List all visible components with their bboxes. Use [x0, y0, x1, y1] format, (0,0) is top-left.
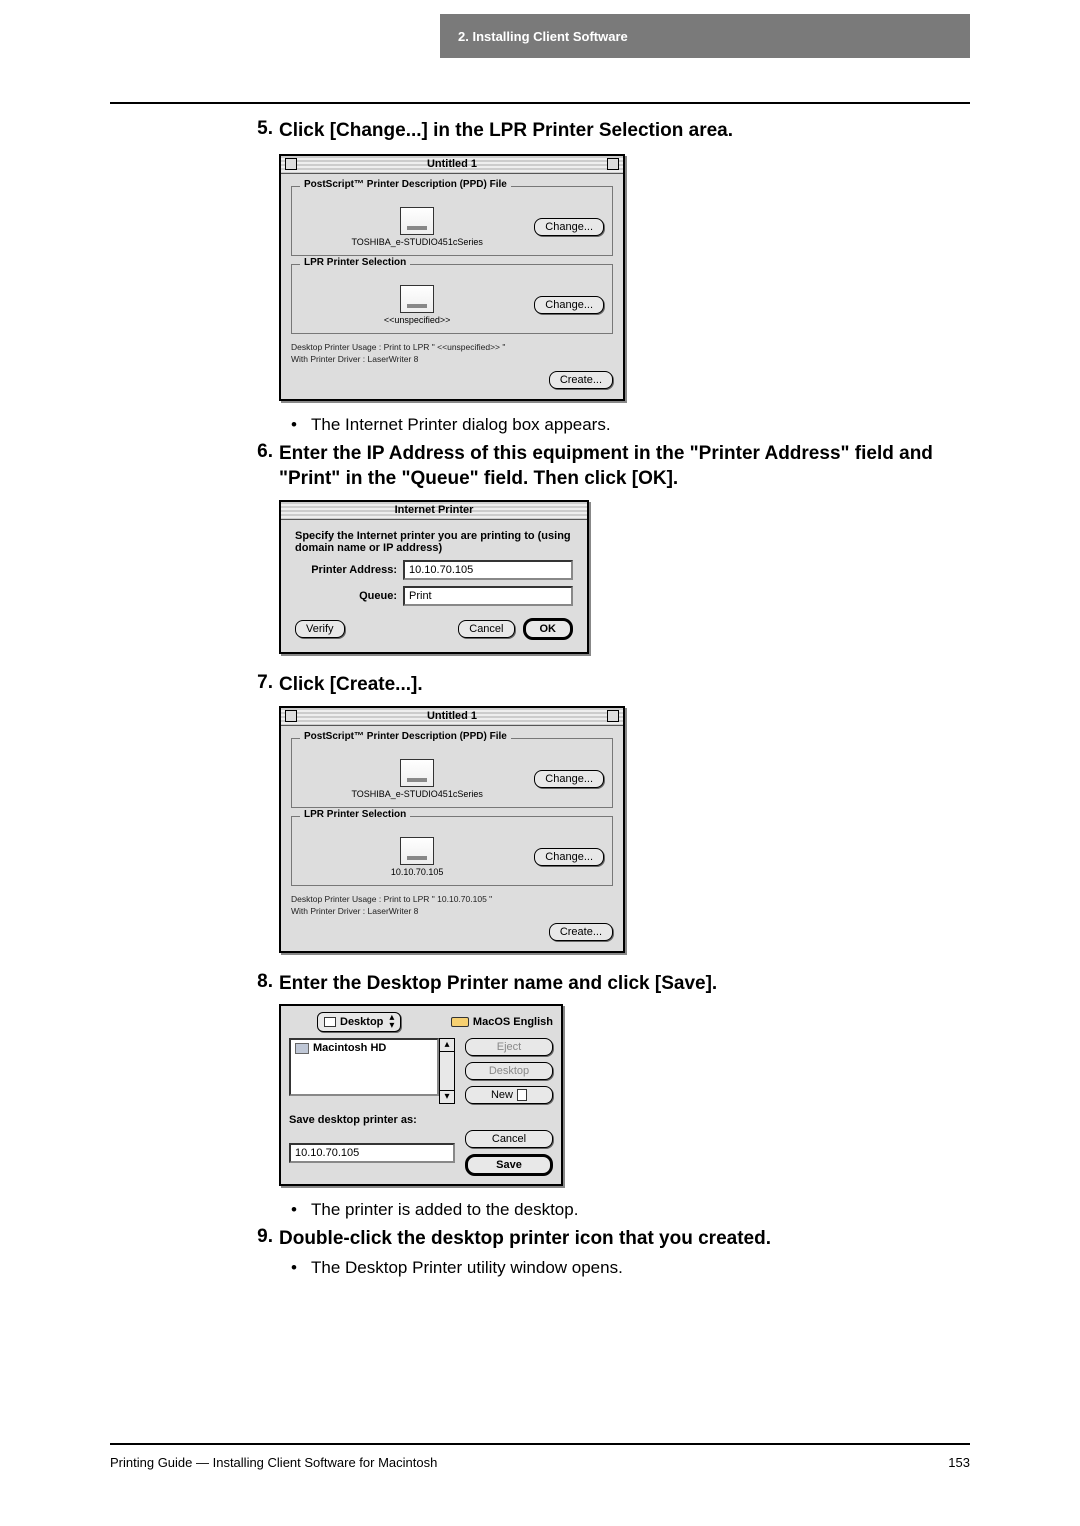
new-button-label: New — [491, 1089, 513, 1101]
step-7-number: 7. — [249, 672, 279, 698]
queue-label: Queue: — [295, 590, 403, 602]
header-rule — [110, 102, 970, 104]
save-button[interactable]: Save — [465, 1154, 553, 1176]
lpr2-change-button[interactable]: Change... — [534, 848, 604, 866]
untitled-dialog-2: Untitled 1 PostScript™ Printer Descripti… — [279, 706, 625, 953]
volume-name: MacOS English — [473, 1016, 553, 1028]
lpr2-printer-label: 10.10.70.105 — [300, 867, 534, 877]
step-8-text: Enter the Desktop Printer name and click… — [279, 971, 969, 997]
zoom-icon[interactable] — [607, 710, 619, 722]
disk-icon — [451, 1017, 469, 1027]
save-cancel-button[interactable]: Cancel — [465, 1130, 553, 1148]
close-icon[interactable] — [285, 158, 297, 170]
driver-text: With Printer Driver : LaserWriter 8 — [291, 354, 613, 364]
step-7-text: Click [Create...]. — [279, 672, 969, 698]
page-number: 153 — [948, 1455, 970, 1470]
verify-button[interactable]: Verify — [295, 620, 345, 638]
close-icon[interactable] — [285, 710, 297, 722]
scroll-down-icon[interactable]: ▾ — [439, 1090, 455, 1104]
cancel-button[interactable]: Cancel — [458, 620, 514, 638]
usage2-text: Desktop Printer Usage : Print to LPR " 1… — [291, 894, 613, 904]
desktop-button[interactable]: Desktop — [465, 1062, 553, 1080]
step-8-number: 8. — [249, 971, 279, 997]
lpr-change-button[interactable]: Change... — [534, 296, 604, 314]
untitled-dialog-1: Untitled 1 PostScript™ Printer Descripti… — [279, 154, 625, 401]
save-prompt: Save desktop printer as: — [289, 1114, 553, 1126]
printer-address-field[interactable]: 10.10.70.105 — [403, 560, 573, 580]
printer-address-label: Printer Address: — [295, 564, 403, 576]
create-button[interactable]: Create... — [549, 371, 613, 389]
folder-name: Macintosh HD — [313, 1042, 386, 1054]
save-dialog: Desktop ▴▾ MacOS English Macintosh HD ▴ — [279, 1004, 563, 1186]
ppd2-group-legend: PostScript™ Printer Description (PPD) Fi… — [300, 731, 511, 742]
chapter-header: 2. Installing Client Software — [440, 14, 970, 58]
bullet-dot: • — [291, 1200, 311, 1220]
step-9-number: 9. — [249, 1226, 279, 1252]
list-item: Macintosh HD — [295, 1042, 433, 1054]
new-doc-icon — [517, 1089, 527, 1101]
ppd-file-icon — [400, 207, 434, 235]
step5-bullet: The Internet Printer dialog box appears. — [311, 415, 969, 435]
new-button[interactable]: New — [465, 1086, 553, 1104]
lpr-printer-icon — [400, 285, 434, 313]
driver2-text: With Printer Driver : LaserWriter 8 — [291, 906, 613, 916]
location-dropdown[interactable]: Desktop ▴▾ — [317, 1012, 401, 1032]
step-9-text: Double-click the desktop printer icon th… — [279, 1226, 969, 1252]
folder-icon — [295, 1043, 309, 1054]
save-name-field[interactable]: 10.10.70.105 — [289, 1143, 455, 1163]
queue-field[interactable]: Print — [403, 586, 573, 606]
ok-button[interactable]: OK — [523, 618, 574, 640]
step-5-text: Click [Change...] in the LPR Printer Sel… — [279, 118, 969, 144]
bullet-dot: • — [291, 1258, 311, 1278]
dialog2-title: Untitled 1 — [281, 710, 623, 722]
step-5-number: 5. — [249, 118, 279, 144]
ppd-file-label: TOSHIBA_e-STUDIO451cSeries — [300, 237, 534, 247]
eject-button[interactable]: Eject — [465, 1038, 553, 1056]
ipdlg-message: Specify the Internet printer you are pri… — [295, 530, 573, 554]
step8-bullet: The printer is added to the desktop. — [311, 1200, 969, 1220]
volume-label: MacOS English — [451, 1016, 553, 1028]
dropdown-arrows-icon: ▴▾ — [389, 1014, 394, 1030]
step-6-text: Enter the IP Address of this equipment i… — [279, 441, 969, 492]
page-footer: Printing Guide — Installing Client Softw… — [110, 1443, 970, 1470]
step9-bullet: The Desktop Printer utility window opens… — [311, 1258, 969, 1278]
folder-icon — [324, 1017, 336, 1027]
scrollbar[interactable]: ▴ ▾ — [439, 1038, 455, 1104]
create2-button[interactable]: Create... — [549, 923, 613, 941]
usage-text: Desktop Printer Usage : Print to LPR " <… — [291, 342, 613, 352]
scroll-track[interactable] — [439, 1052, 455, 1090]
ppd-group-legend: PostScript™ Printer Description (PPD) Fi… — [300, 179, 511, 190]
zoom-icon[interactable] — [607, 158, 619, 170]
ppd2-change-button[interactable]: Change... — [534, 770, 604, 788]
footer-text: Printing Guide — Installing Client Softw… — [110, 1455, 437, 1470]
step-6-number: 6. — [249, 441, 279, 492]
chapter-header-text: 2. Installing Client Software — [458, 29, 628, 44]
dialog1-title: Untitled 1 — [281, 158, 623, 170]
lpr2-printer-icon — [400, 837, 434, 865]
lpr2-group-legend: LPR Printer Selection — [300, 809, 410, 820]
location-dropdown-label: Desktop — [340, 1016, 383, 1028]
ppd2-file-label: TOSHIBA_e-STUDIO451cSeries — [300, 789, 534, 799]
lpr-printer-label: <<unspecified>> — [300, 315, 534, 325]
scroll-up-icon[interactable]: ▴ — [439, 1038, 455, 1052]
bullet-dot: • — [291, 415, 311, 435]
ppd-change-button[interactable]: Change... — [534, 218, 604, 236]
ppd2-file-icon — [400, 759, 434, 787]
file-list[interactable]: Macintosh HD — [289, 1038, 439, 1096]
internet-printer-dialog: Internet Printer Specify the Internet pr… — [279, 500, 589, 654]
ipdlg-title: Internet Printer — [281, 504, 587, 516]
lpr-group-legend: LPR Printer Selection — [300, 257, 410, 268]
